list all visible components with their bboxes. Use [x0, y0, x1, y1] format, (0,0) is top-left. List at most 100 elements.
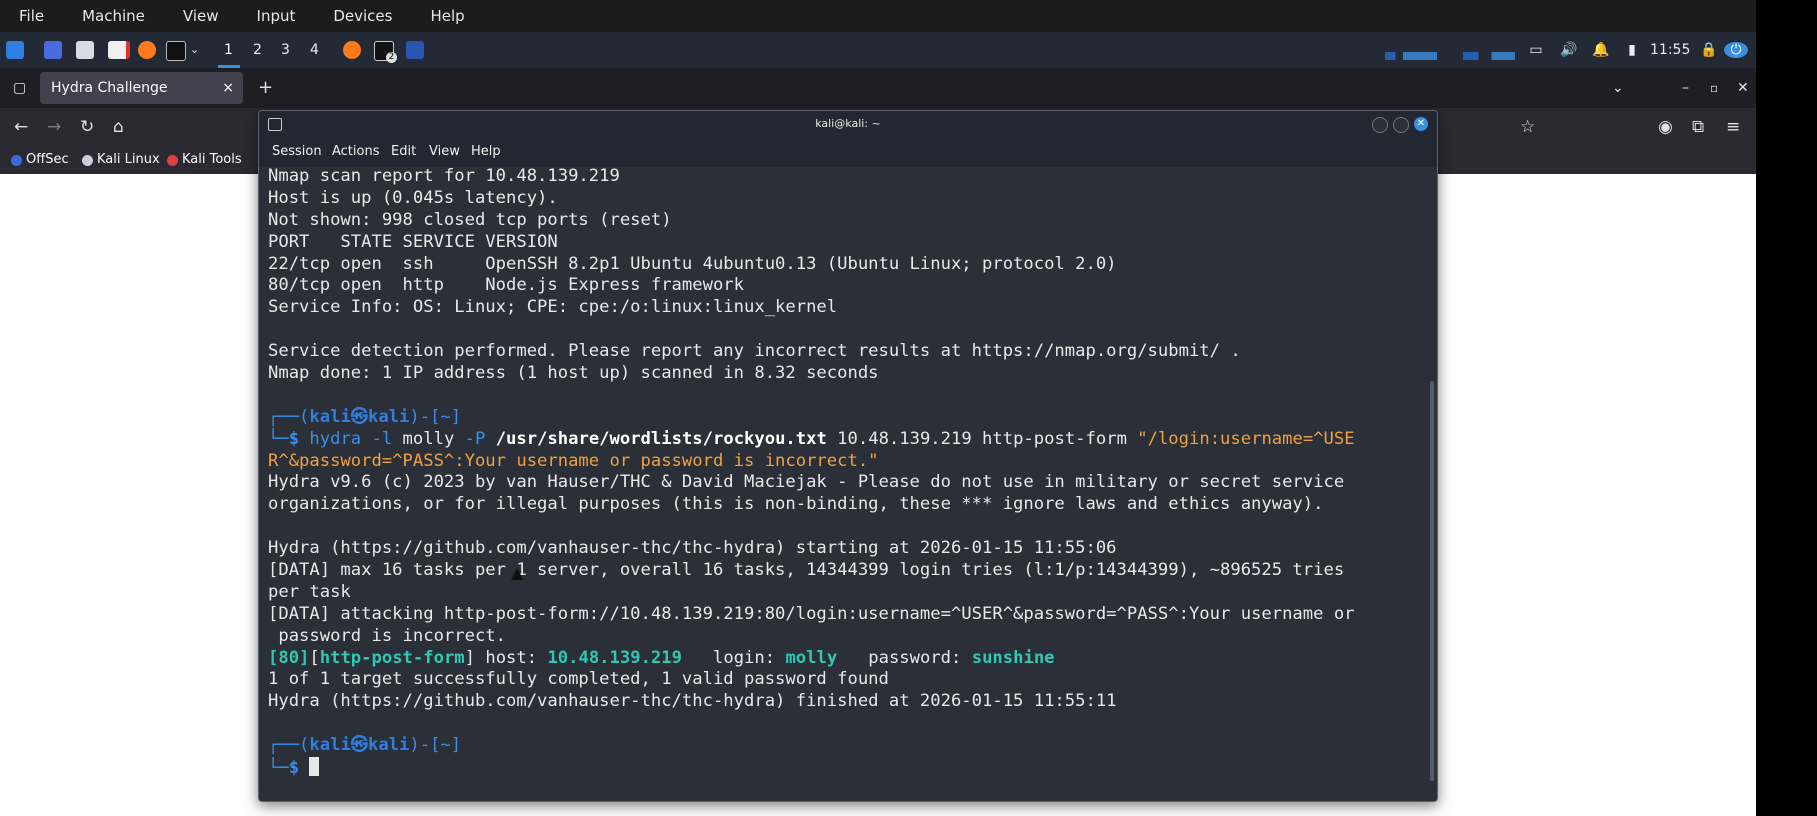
forward-icon[interactable]: → — [47, 108, 61, 146]
output-line: Nmap scan report for 10.48.139.219 — [268, 166, 620, 186]
mouse-pointer-icon: ▲ — [511, 563, 524, 582]
app-menu-icon[interactable]: ≡ — [1726, 108, 1740, 146]
terminal-count-badge: 2 — [386, 52, 397, 63]
browser-tab-bar: ▢ Hydra Challenge × + ⌄ – ▫ ✕ — [0, 68, 1756, 108]
tab-overflow-chevron-icon[interactable]: ⌄ — [1612, 68, 1624, 108]
kali-menu-icon[interactable] — [6, 41, 24, 59]
bookmark-label: OffSec — [26, 152, 69, 167]
text-cursor — [309, 757, 320, 777]
notification-bell-icon[interactable]: 🔔 — [1592, 42, 1609, 58]
battery-icon[interactable]: ▮ — [1624, 42, 1640, 58]
vm-menu-machine[interactable]: Machine — [63, 0, 164, 32]
terminal-output[interactable]: Nmap scan report for 10.48.139.219 Host i… — [268, 166, 1424, 796]
cmd-form-string: "/login:username=^USE — [1137, 428, 1355, 449]
input-line[interactable]: └─$ — [268, 757, 1424, 779]
cmd-wordlist: /usr/share/wordlists/rockyou.txt — [485, 428, 827, 449]
prompt-box-bottom: └─ — [268, 428, 289, 449]
vm-menubar: File Machine View Input Devices Help — [0, 0, 1756, 32]
firefox-task-icon[interactable] — [343, 41, 361, 59]
chevron-down-icon[interactable]: ⌄ — [190, 32, 199, 68]
show-desktop-icon[interactable] — [44, 41, 62, 59]
vm-menu-input[interactable]: Input — [238, 0, 315, 32]
prompt-dir: )-[~] — [409, 406, 462, 427]
vm-menu-help[interactable]: Help — [411, 0, 483, 32]
workspace-2[interactable]: 2 — [253, 32, 262, 68]
output-line: Service detection performed. Please repo… — [268, 341, 1241, 362]
reload-icon[interactable]: ↻ — [80, 108, 94, 146]
result-login-label: login: — [681, 647, 786, 668]
terminal-close-button[interactable]: ✕ — [1414, 117, 1428, 131]
terminal-maximize-button[interactable] — [1393, 117, 1409, 133]
prompt-box-bottom: └─ — [268, 758, 289, 779]
result-login: molly — [785, 647, 838, 668]
bookmark-label: Kali Linux — [97, 152, 160, 167]
close-window-icon[interactable]: ✕ — [1737, 68, 1749, 108]
clock[interactable]: 11:55 — [1650, 32, 1690, 68]
output-line: 80/tcp open http Node.js Express framewo… — [268, 275, 744, 296]
cpu-graph — [1385, 52, 1515, 60]
prompt-box-top: ┌──( — [268, 735, 310, 756]
bookmark-offsec[interactable]: OffSec — [11, 146, 69, 174]
result-host-label: host: — [475, 647, 548, 668]
minimize-icon[interactable]: – — [1682, 68, 1689, 108]
prompt-dollar: $ — [288, 758, 310, 779]
output-line: 1 of 1 target successfully completed, 1 … — [268, 669, 889, 690]
cmd-form-string-cont: R^&password=^PASS^:Your username or pass… — [268, 450, 879, 471]
terminal-menu-actions[interactable]: Actions — [332, 137, 380, 167]
power-icon[interactable]: ⏻ — [1724, 42, 1748, 58]
tab-list-icon[interactable]: ▢ — [13, 68, 26, 108]
bookmark-kali-linux[interactable]: Kali Linux — [82, 146, 160, 174]
output-line: [DATA] max 16 tasks per 1 server, overal… — [268, 560, 1345, 581]
output-line: PORT STATE SERVICE VERSION — [268, 231, 558, 252]
firefox-icon[interactable] — [138, 41, 156, 59]
tab-close-icon[interactable]: × — [222, 72, 234, 104]
terminal-menu-view[interactable]: View — [429, 137, 460, 167]
kali-top-panel: ⌄ 1 2 3 4 2 ▭ 🔊 🔔 ▮ 11:55 🔒 ⏻ — [0, 32, 1756, 68]
terminal-scrollbar[interactable] — [1430, 381, 1434, 781]
result-bracket: ] — [464, 647, 475, 668]
volume-icon[interactable]: 🔊 — [1560, 42, 1577, 58]
home-icon[interactable]: ⌂ — [113, 108, 124, 146]
vm-menu-file[interactable]: File — [0, 0, 63, 32]
terminal-menubar: Session Actions Edit View Help — [259, 137, 1437, 167]
tab-title: Hydra Challenge — [51, 80, 168, 96]
output-line: [DATA] attacking http-post-form://10.48.… — [268, 603, 1355, 624]
terminal-menu-edit[interactable]: Edit — [391, 137, 416, 167]
new-tab-button[interactable]: + — [258, 68, 273, 108]
prompt-user: kali㉿kali — [309, 735, 410, 756]
file-manager-icon[interactable] — [76, 41, 94, 59]
cmd-flag-p: -P — [454, 428, 486, 449]
vm-menu-devices[interactable]: Devices — [314, 0, 411, 32]
extensions-icon[interactable]: ⧉ — [1692, 108, 1704, 146]
terminal-window[interactable]: kali@kali: ~ ✕ Session Actions Edit View… — [258, 110, 1438, 802]
back-icon[interactable]: ← — [14, 108, 28, 146]
lock-icon[interactable]: 🔒 — [1700, 42, 1717, 58]
vm-menu-view[interactable]: View — [164, 0, 238, 32]
result-host: 10.48.139.219 — [547, 647, 682, 668]
command-line: └─$ hydra -l molly -P /usr/share/wordlis… — [268, 429, 1424, 451]
terminal-minimize-button[interactable] — [1372, 117, 1388, 133]
prompt-dollar: $ — [288, 428, 310, 449]
account-icon[interactable]: ◉ — [1658, 108, 1673, 146]
bookmark-kali-tools[interactable]: Kali Tools — [167, 146, 242, 174]
result-port: [80] — [268, 647, 310, 668]
terminal-menu-help[interactable]: Help — [471, 137, 501, 167]
terminal-launcher-icon[interactable] — [166, 41, 186, 61]
output-line: Hydra v9.6 (c) 2023 by van Hauser/THC & … — [268, 472, 1345, 493]
text-editor-icon[interactable] — [108, 41, 130, 59]
workspace-3[interactable]: 3 — [281, 32, 290, 68]
workspace-4[interactable]: 4 — [310, 32, 319, 68]
terminal-titlebar[interactable]: kali@kali: ~ ✕ — [259, 111, 1437, 137]
workspace-1[interactable]: 1 — [224, 32, 233, 68]
bookmark-star-icon[interactable]: ☆ — [1520, 108, 1535, 146]
terminal-menu-session[interactable]: Session — [272, 137, 322, 167]
maximize-icon[interactable]: ▫ — [1710, 68, 1718, 108]
window-task-icon[interactable] — [406, 41, 424, 59]
tab-hydra-challenge[interactable]: Hydra Challenge × — [40, 72, 243, 104]
output-line: Host is up (0.045s latency). — [268, 187, 558, 208]
bookmark-label: Kali Tools — [182, 152, 242, 167]
display-icon[interactable]: ▭ — [1528, 42, 1544, 58]
